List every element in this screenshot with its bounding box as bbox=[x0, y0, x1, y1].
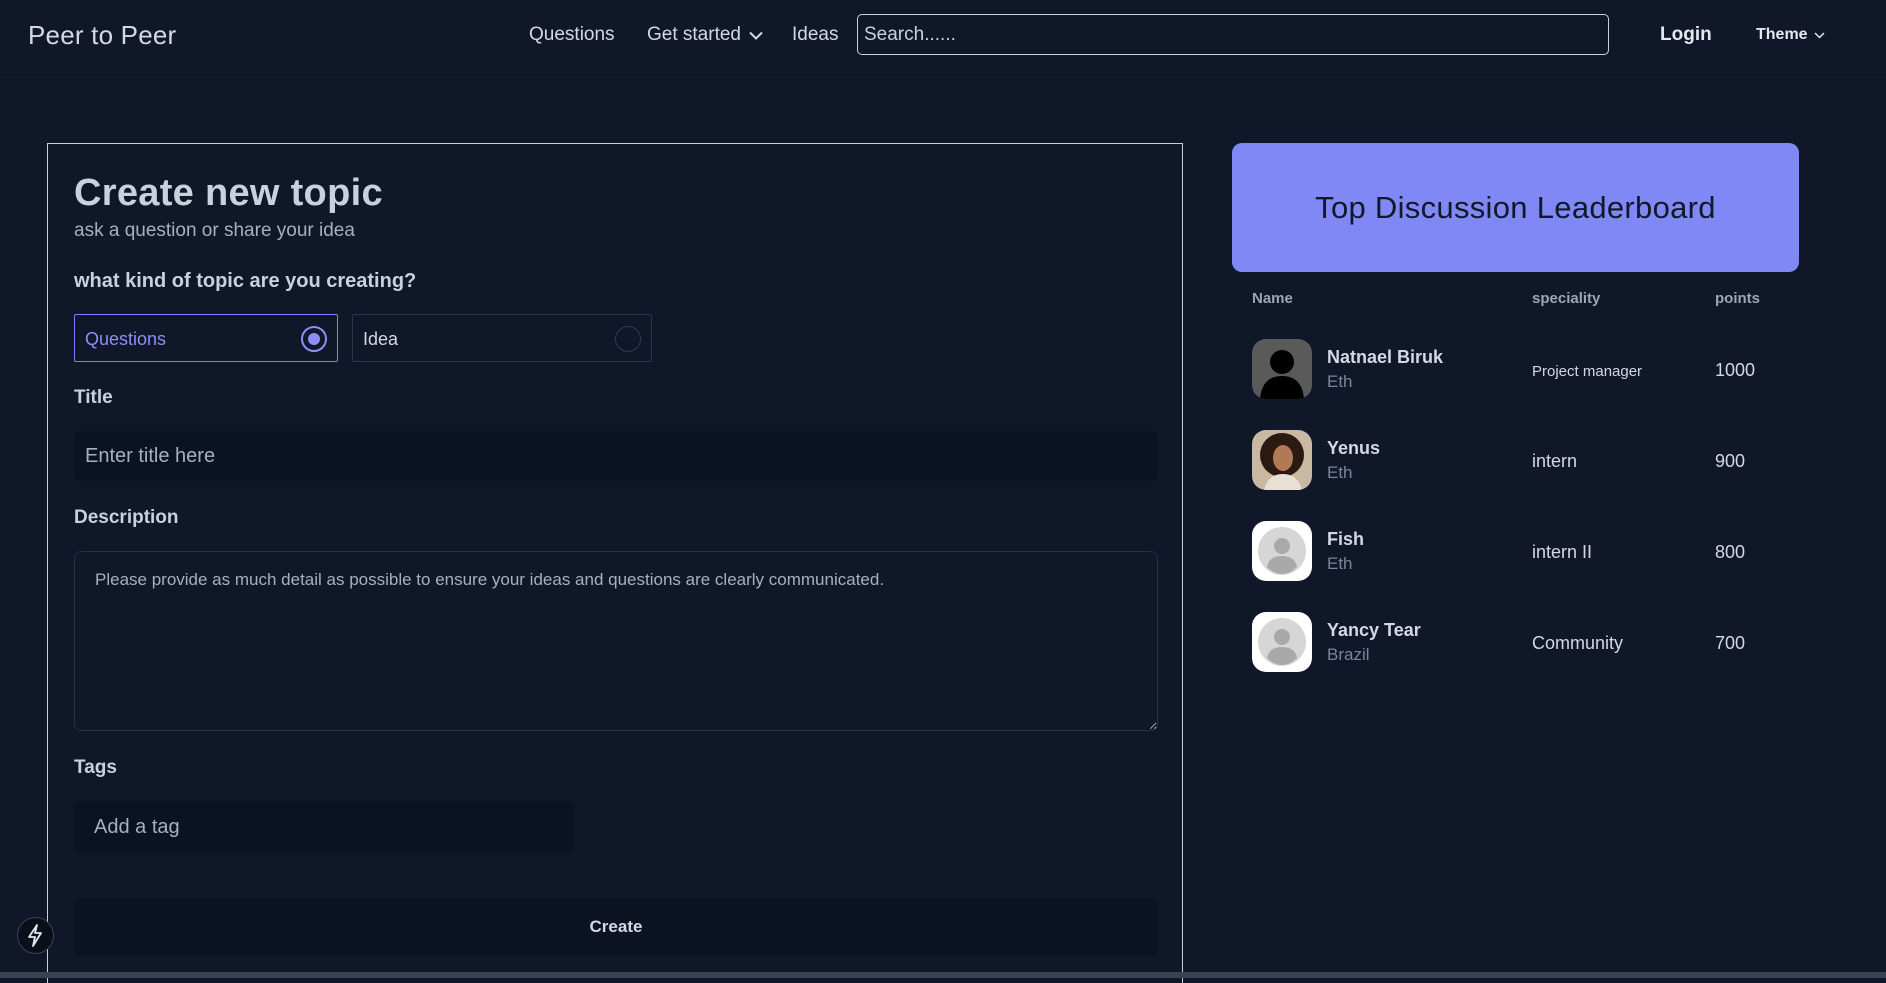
bottom-scrollbar[interactable] bbox=[0, 972, 1886, 978]
theme-dropdown[interactable]: Theme bbox=[1756, 26, 1825, 44]
member-speciality: Project manager bbox=[1532, 363, 1643, 380]
member-points: 1000 bbox=[1715, 360, 1756, 380]
leaderboard-row: Natnael Biruk Eth Project manager 1000 bbox=[1252, 339, 1792, 401]
default-avatar bbox=[1252, 612, 1312, 672]
tag-input[interactable] bbox=[74, 801, 574, 853]
nav-ideas[interactable]: Ideas bbox=[792, 24, 838, 46]
chevron-down-icon bbox=[1814, 26, 1825, 44]
leaderboard-row: Fish Eth intern II 800 bbox=[1252, 521, 1792, 583]
member-name: Yenus bbox=[1327, 438, 1381, 458]
title-label: Title bbox=[74, 387, 113, 408]
leaderboard-row: Yenus Eth intern 900 bbox=[1252, 430, 1792, 492]
nav-get-started[interactable]: Get started bbox=[647, 24, 763, 46]
option-label: Questions bbox=[85, 329, 167, 349]
member-country: Eth bbox=[1327, 554, 1353, 573]
page-subtitle: ask a question or share your idea bbox=[74, 220, 355, 241]
tags-label: Tags bbox=[74, 757, 117, 778]
bolt-icon[interactable] bbox=[17, 917, 54, 954]
member-country: Eth bbox=[1327, 372, 1353, 391]
column-header-speciality: speciality bbox=[1532, 290, 1601, 307]
member-name: Natnael Biruk bbox=[1327, 347, 1444, 367]
navbar: Peer to Peer Questions Get started Ideas… bbox=[0, 0, 1886, 78]
option-label: Idea bbox=[363, 329, 399, 349]
radio-selected-icon[interactable] bbox=[301, 326, 327, 352]
page-title: Create new topic bbox=[74, 172, 383, 214]
member-points: 700 bbox=[1715, 633, 1746, 653]
member-speciality: intern bbox=[1532, 451, 1578, 471]
column-header-name: Name bbox=[1252, 290, 1293, 307]
radio-unselected-icon[interactable] bbox=[615, 326, 641, 352]
photo-avatar bbox=[1252, 430, 1312, 490]
nav-get-started-label: Get started bbox=[647, 24, 741, 46]
leaderboard-row: Yancy Tear Brazil Community 700 bbox=[1252, 612, 1792, 674]
topic-type-questions-option[interactable]: Questions bbox=[74, 314, 338, 362]
chevron-down-icon bbox=[749, 24, 763, 46]
brand-logo[interactable]: Peer to Peer bbox=[28, 20, 176, 51]
member-points: 800 bbox=[1715, 542, 1746, 562]
login-button[interactable]: Login bbox=[1660, 24, 1712, 46]
topic-type-idea-option[interactable]: Idea bbox=[352, 314, 652, 362]
member-country: Brazil bbox=[1327, 645, 1370, 664]
description-textarea[interactable] bbox=[74, 551, 1158, 731]
theme-label: Theme bbox=[1756, 26, 1808, 44]
member-speciality: Community bbox=[1532, 633, 1624, 653]
default-avatar bbox=[1252, 521, 1312, 581]
create-button[interactable]: Create bbox=[74, 898, 1158, 956]
leaderboard-title: Top Discussion Leaderboard bbox=[1315, 190, 1716, 225]
topic-kind-label: what kind of topic are you creating? bbox=[74, 270, 417, 292]
silhouette-avatar bbox=[1252, 339, 1312, 399]
search-input[interactable] bbox=[857, 14, 1609, 55]
member-points: 900 bbox=[1715, 451, 1746, 471]
member-speciality: intern II bbox=[1532, 542, 1593, 562]
title-input[interactable] bbox=[74, 431, 1158, 481]
create-topic-card: Create new topic ask a question or share… bbox=[47, 143, 1183, 983]
member-country: Eth bbox=[1327, 463, 1353, 482]
leaderboard-banner: Top Discussion Leaderboard bbox=[1232, 143, 1799, 272]
member-name: Yancy Tear bbox=[1327, 620, 1421, 640]
member-name: Fish bbox=[1327, 529, 1365, 549]
nav-questions[interactable]: Questions bbox=[529, 24, 615, 46]
description-label: Description bbox=[74, 507, 179, 528]
column-header-points: points bbox=[1715, 290, 1760, 307]
